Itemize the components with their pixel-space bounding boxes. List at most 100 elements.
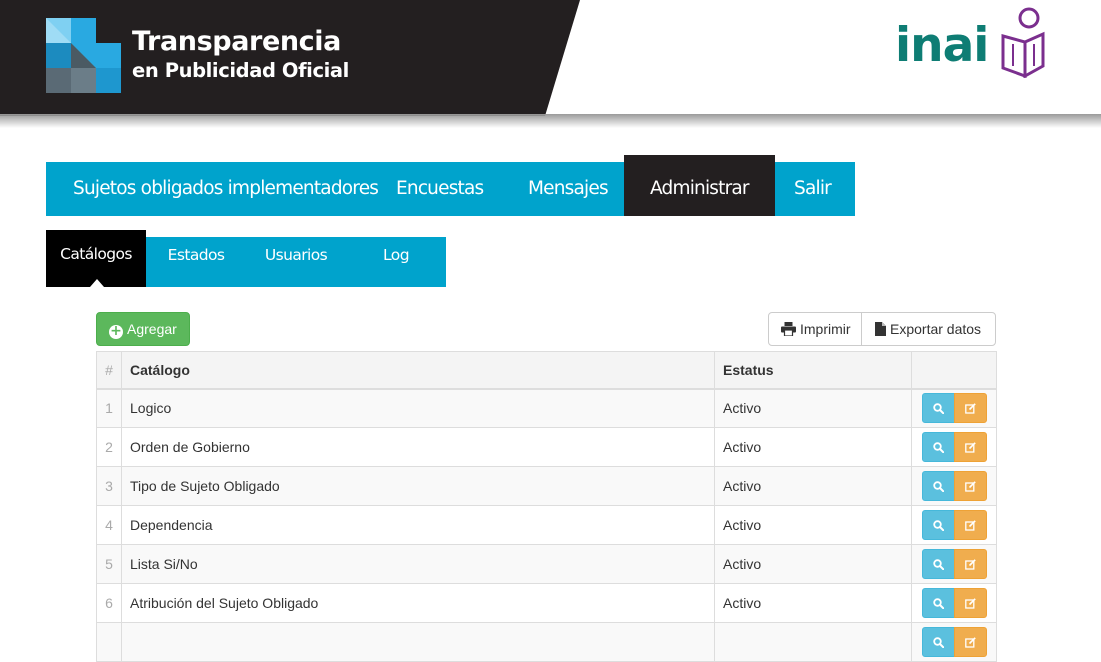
table-body: 1 Logico Activo 2 Orden de Gobierno Acti…	[96, 388, 997, 662]
nav-mensajes[interactable]: Mensajes	[528, 162, 609, 216]
row-actions	[911, 466, 997, 506]
view-button[interactable]	[921, 588, 955, 618]
row-action-group	[921, 510, 987, 540]
row-status: Activo	[714, 544, 912, 584]
table-row: 5 Lista Si/No Activo	[96, 544, 997, 584]
edit-button[interactable]	[953, 432, 987, 462]
search-icon	[932, 597, 944, 609]
row-catalog-name	[121, 622, 715, 662]
nav-salir[interactable]: Salir	[794, 162, 832, 216]
header-actions	[911, 351, 997, 390]
catalog-table: # Catálogo Estatus 1 Logico Activo 2 Ord…	[96, 351, 997, 662]
row-status: Activo	[714, 583, 912, 623]
edit-button[interactable]	[953, 549, 987, 579]
header-num: #	[96, 351, 122, 390]
row-status: Activo	[714, 427, 912, 467]
nav-administrar[interactable]: Administrar	[624, 155, 775, 216]
view-button[interactable]	[921, 471, 955, 501]
row-catalog-name: Tipo de Sujeto Obligado	[121, 466, 715, 506]
edit-button[interactable]	[953, 588, 987, 618]
table-row: 6 Atribución del Sujeto Obligado Activo	[96, 583, 997, 623]
printer-icon	[781, 322, 796, 337]
tab-estados[interactable]: Estados	[146, 237, 246, 287]
row-number	[96, 622, 122, 662]
row-catalog-name: Logico	[121, 388, 715, 428]
row-status: Activo	[714, 505, 912, 545]
search-icon	[932, 558, 944, 570]
tab-catalogos-label: Catálogos	[60, 245, 132, 263]
row-actions	[911, 583, 997, 623]
edit-icon	[964, 519, 976, 531]
edit-icon	[964, 402, 976, 414]
header-status[interactable]: Estatus	[714, 351, 912, 390]
row-catalog-name: Orden de Gobierno	[121, 427, 715, 467]
active-tab-caret-icon	[90, 279, 104, 287]
row-status: Activo	[714, 466, 912, 506]
table-row: 2 Orden de Gobierno Activo	[96, 427, 997, 467]
tab-usuarios[interactable]: Usuarios	[246, 237, 346, 287]
row-actions	[911, 544, 997, 584]
print-button[interactable]: Imprimir	[768, 312, 862, 346]
nav-encuestas[interactable]: Encuestas	[396, 162, 484, 216]
search-icon	[932, 480, 944, 492]
edit-button[interactable]	[953, 627, 987, 657]
table-header-row: # Catálogo Estatus	[96, 351, 997, 390]
row-actions	[911, 427, 997, 467]
search-icon	[932, 636, 944, 648]
brand-title: Transparencia	[132, 26, 341, 57]
export-button-label: Exportar datos	[890, 321, 982, 337]
row-number: 3	[96, 466, 122, 506]
brand-subtitle: en Publicidad Oficial	[132, 59, 349, 82]
view-button[interactable]	[921, 510, 955, 540]
edit-icon	[964, 480, 976, 492]
row-action-group	[921, 393, 987, 424]
table-row	[96, 622, 997, 662]
export-button[interactable]: Exportar datos	[861, 312, 996, 346]
edit-icon	[964, 636, 976, 648]
row-number: 1	[96, 388, 122, 428]
search-icon	[932, 403, 944, 414]
tab-catalogos[interactable]: Catálogos	[46, 230, 146, 287]
view-button[interactable]	[921, 549, 955, 579]
row-number: 6	[96, 583, 122, 623]
edit-icon	[964, 597, 976, 609]
tab-log[interactable]: Log	[346, 237, 446, 287]
table-row: 1 Logico Activo	[96, 388, 997, 428]
row-actions	[911, 505, 997, 545]
site-header: Transparencia en Publicidad Oficial inai	[0, 0, 1101, 128]
table-row: 3 Tipo de Sujeto Obligado Activo	[96, 466, 997, 506]
plus-circle-icon: +	[109, 323, 123, 339]
main-nav: Sujetos obligados implementadores Encues…	[46, 155, 855, 216]
print-button-label: Imprimir	[800, 321, 851, 337]
row-status: Activo	[714, 388, 912, 428]
view-button[interactable]	[921, 432, 955, 462]
row-actions	[911, 622, 997, 662]
row-number: 4	[96, 505, 122, 545]
tpo-logo-icon	[46, 18, 121, 93]
row-number: 5	[96, 544, 122, 584]
sub-nav: Catálogos Estados Usuarios Log	[46, 230, 446, 287]
edit-button[interactable]	[953, 510, 987, 540]
row-action-group	[921, 471, 987, 501]
add-button[interactable]: + Agregar	[96, 312, 190, 346]
row-status	[714, 622, 912, 662]
header-shadow	[0, 114, 1101, 128]
row-catalog-name: Lista Si/No	[121, 544, 715, 584]
view-button[interactable]	[921, 393, 955, 424]
inai-book-figure-icon	[1001, 7, 1045, 78]
row-catalog-name: Atribución del Sujeto Obligado	[121, 583, 715, 623]
edit-button[interactable]	[953, 471, 987, 501]
row-actions	[911, 388, 997, 428]
nav-sujetos-obligados[interactable]: Sujetos obligados implementadores	[73, 162, 379, 216]
edit-icon	[964, 441, 976, 453]
row-number: 2	[96, 427, 122, 467]
table-row: 4 Dependencia Activo	[96, 505, 997, 545]
edit-button[interactable]	[953, 393, 987, 424]
add-button-label: Agregar	[127, 321, 177, 337]
search-icon	[932, 519, 944, 531]
file-icon	[875, 322, 886, 336]
row-action-group	[921, 432, 987, 462]
row-action-group	[921, 588, 987, 618]
header-catalog[interactable]: Catálogo	[121, 351, 715, 390]
view-button[interactable]	[921, 627, 955, 657]
